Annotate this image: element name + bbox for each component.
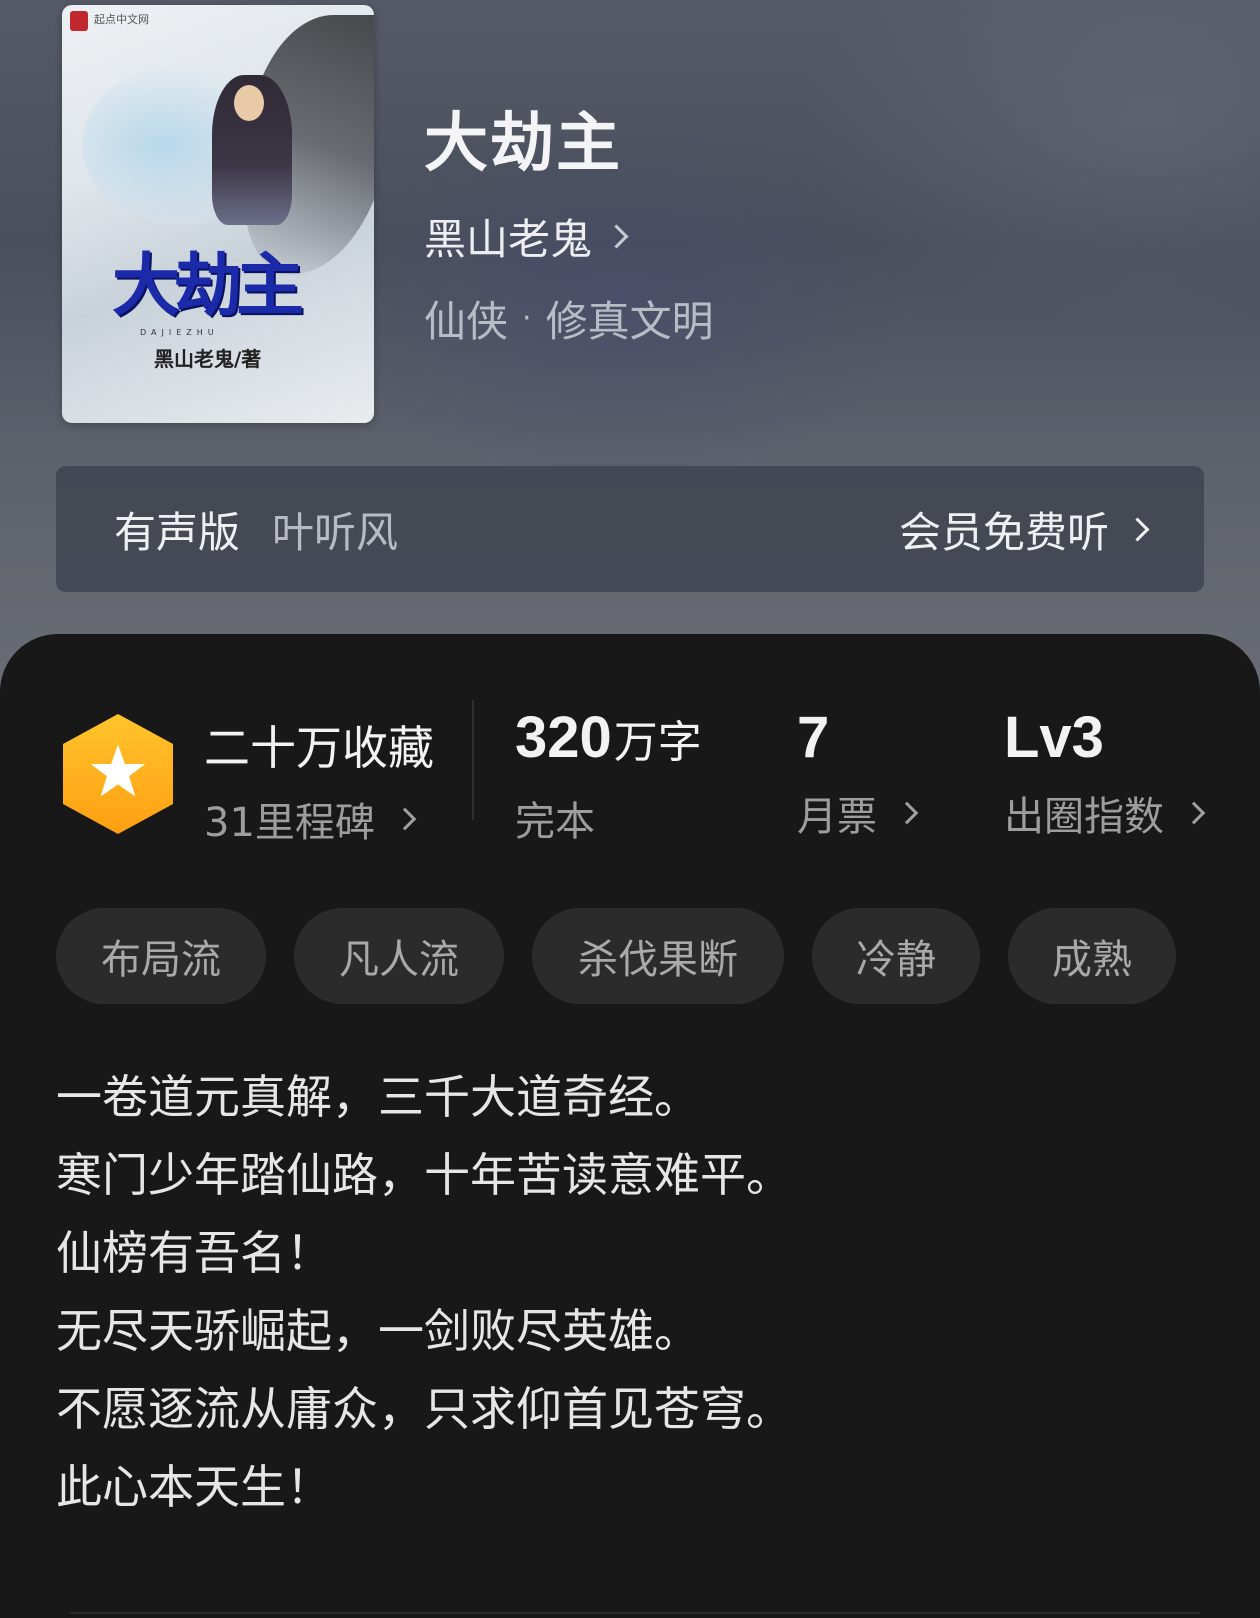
member-free-listen-button[interactable]: 会员免费听 bbox=[899, 499, 1109, 560]
audio-narrator: 叶听风 bbox=[272, 507, 399, 557]
monthly-votes-count: 7 bbox=[797, 705, 830, 770]
completion-status: 完本 bbox=[515, 799, 595, 845]
tag-chip[interactable]: 凡人流 bbox=[294, 908, 504, 1004]
popularity-level: Lv3 bbox=[1004, 705, 1104, 770]
chevron-right-icon bbox=[895, 801, 919, 825]
intro-line: 寒门少年踏仙路，十年苦读意难平。 bbox=[56, 1148, 792, 1202]
popularity-index-label: 出圈指数 bbox=[1004, 794, 1164, 840]
milestones-link[interactable]: 31里程碑 bbox=[204, 790, 434, 848]
intro-line: 仙榜有吾名！ bbox=[56, 1226, 332, 1280]
audio-label: 有声版 bbox=[114, 507, 241, 557]
genre-row: 仙侠 · 修真文明 bbox=[424, 288, 714, 349]
tag-chip[interactable]: 冷静 bbox=[812, 908, 980, 1004]
intro-line: 一卷道元真解，三千大道奇经。 bbox=[56, 1070, 700, 1124]
chevron-right-icon bbox=[604, 224, 629, 249]
tag-chip[interactable]: 杀伐果断 bbox=[532, 908, 784, 1004]
chevron-right-icon bbox=[393, 807, 417, 831]
word-count-number: 320 bbox=[515, 705, 612, 770]
genre[interactable]: 仙侠 bbox=[424, 288, 508, 349]
cover-author-credit: 黑山老鬼/著 bbox=[154, 347, 262, 371]
genre-separator: · bbox=[522, 301, 532, 336]
author-name: 黑山老鬼 bbox=[424, 215, 593, 264]
tag-list: 布局流 凡人流 杀伐果断 冷静 成熟 bbox=[56, 908, 1176, 1004]
book-intro[interactable]: 一卷道元真解，三千大道奇经。 寒门少年踏仙路，十年苦读意难平。 仙榜有吾名！ 无… bbox=[56, 1058, 792, 1526]
author-link[interactable]: 黑山老鬼 bbox=[424, 206, 629, 267]
monthly-votes-label: 月票 bbox=[797, 794, 877, 840]
book-cover[interactable]: 起点中文网 大劫主 DAJIEZHU 黑山老鬼/著 bbox=[62, 5, 374, 423]
book-detail-page: 起点中文网 大劫主 DAJIEZHU 黑山老鬼/著 大劫主 黑山老鬼 仙侠 · … bbox=[0, 0, 1260, 1618]
cover-publisher: 起点中文网 bbox=[94, 13, 149, 26]
tag-chip[interactable]: 布局流 bbox=[56, 908, 266, 1004]
publisher-logo-icon bbox=[70, 11, 88, 31]
chevron-right-icon bbox=[1182, 801, 1206, 825]
word-count-stat: 320万字 完本 bbox=[515, 704, 702, 847]
intro-line: 此心本天生！ bbox=[56, 1460, 332, 1514]
intro-line: 无尽天骄崛起，一剑败尽英雄。 bbox=[56, 1304, 700, 1358]
monthly-votes-stat[interactable]: 7 月票 bbox=[797, 704, 919, 842]
book-title: 大劫主 bbox=[424, 106, 622, 181]
collections-count: 二十万收藏 bbox=[204, 721, 434, 775]
cover-pinyin: DAJIEZHU bbox=[140, 328, 219, 337]
word-count-unit: 万字 bbox=[613, 718, 702, 767]
collections-stat[interactable]: 二十万收藏 31里程碑 bbox=[204, 712, 434, 848]
subgenre[interactable]: 修真文明 bbox=[546, 288, 714, 349]
chevron-right-icon bbox=[1125, 516, 1150, 542]
cover-art-head bbox=[234, 85, 264, 121]
section-divider bbox=[70, 1612, 1200, 1614]
audio-version-bar[interactable]: 有声版 叶听风 会员免费听 bbox=[56, 466, 1204, 592]
star-icon bbox=[90, 744, 146, 797]
milestones-label: 31里程碑 bbox=[204, 800, 375, 846]
cover-title: 大劫主 bbox=[112, 246, 304, 326]
stats-divider bbox=[472, 700, 474, 820]
tag-chip[interactable]: 成熟 bbox=[1008, 908, 1176, 1004]
intro-line: 不愿逐流从庸众，只求仰首见苍穹。 bbox=[56, 1382, 792, 1436]
popularity-index-stat[interactable]: Lv3 出圈指数 bbox=[1004, 704, 1206, 842]
